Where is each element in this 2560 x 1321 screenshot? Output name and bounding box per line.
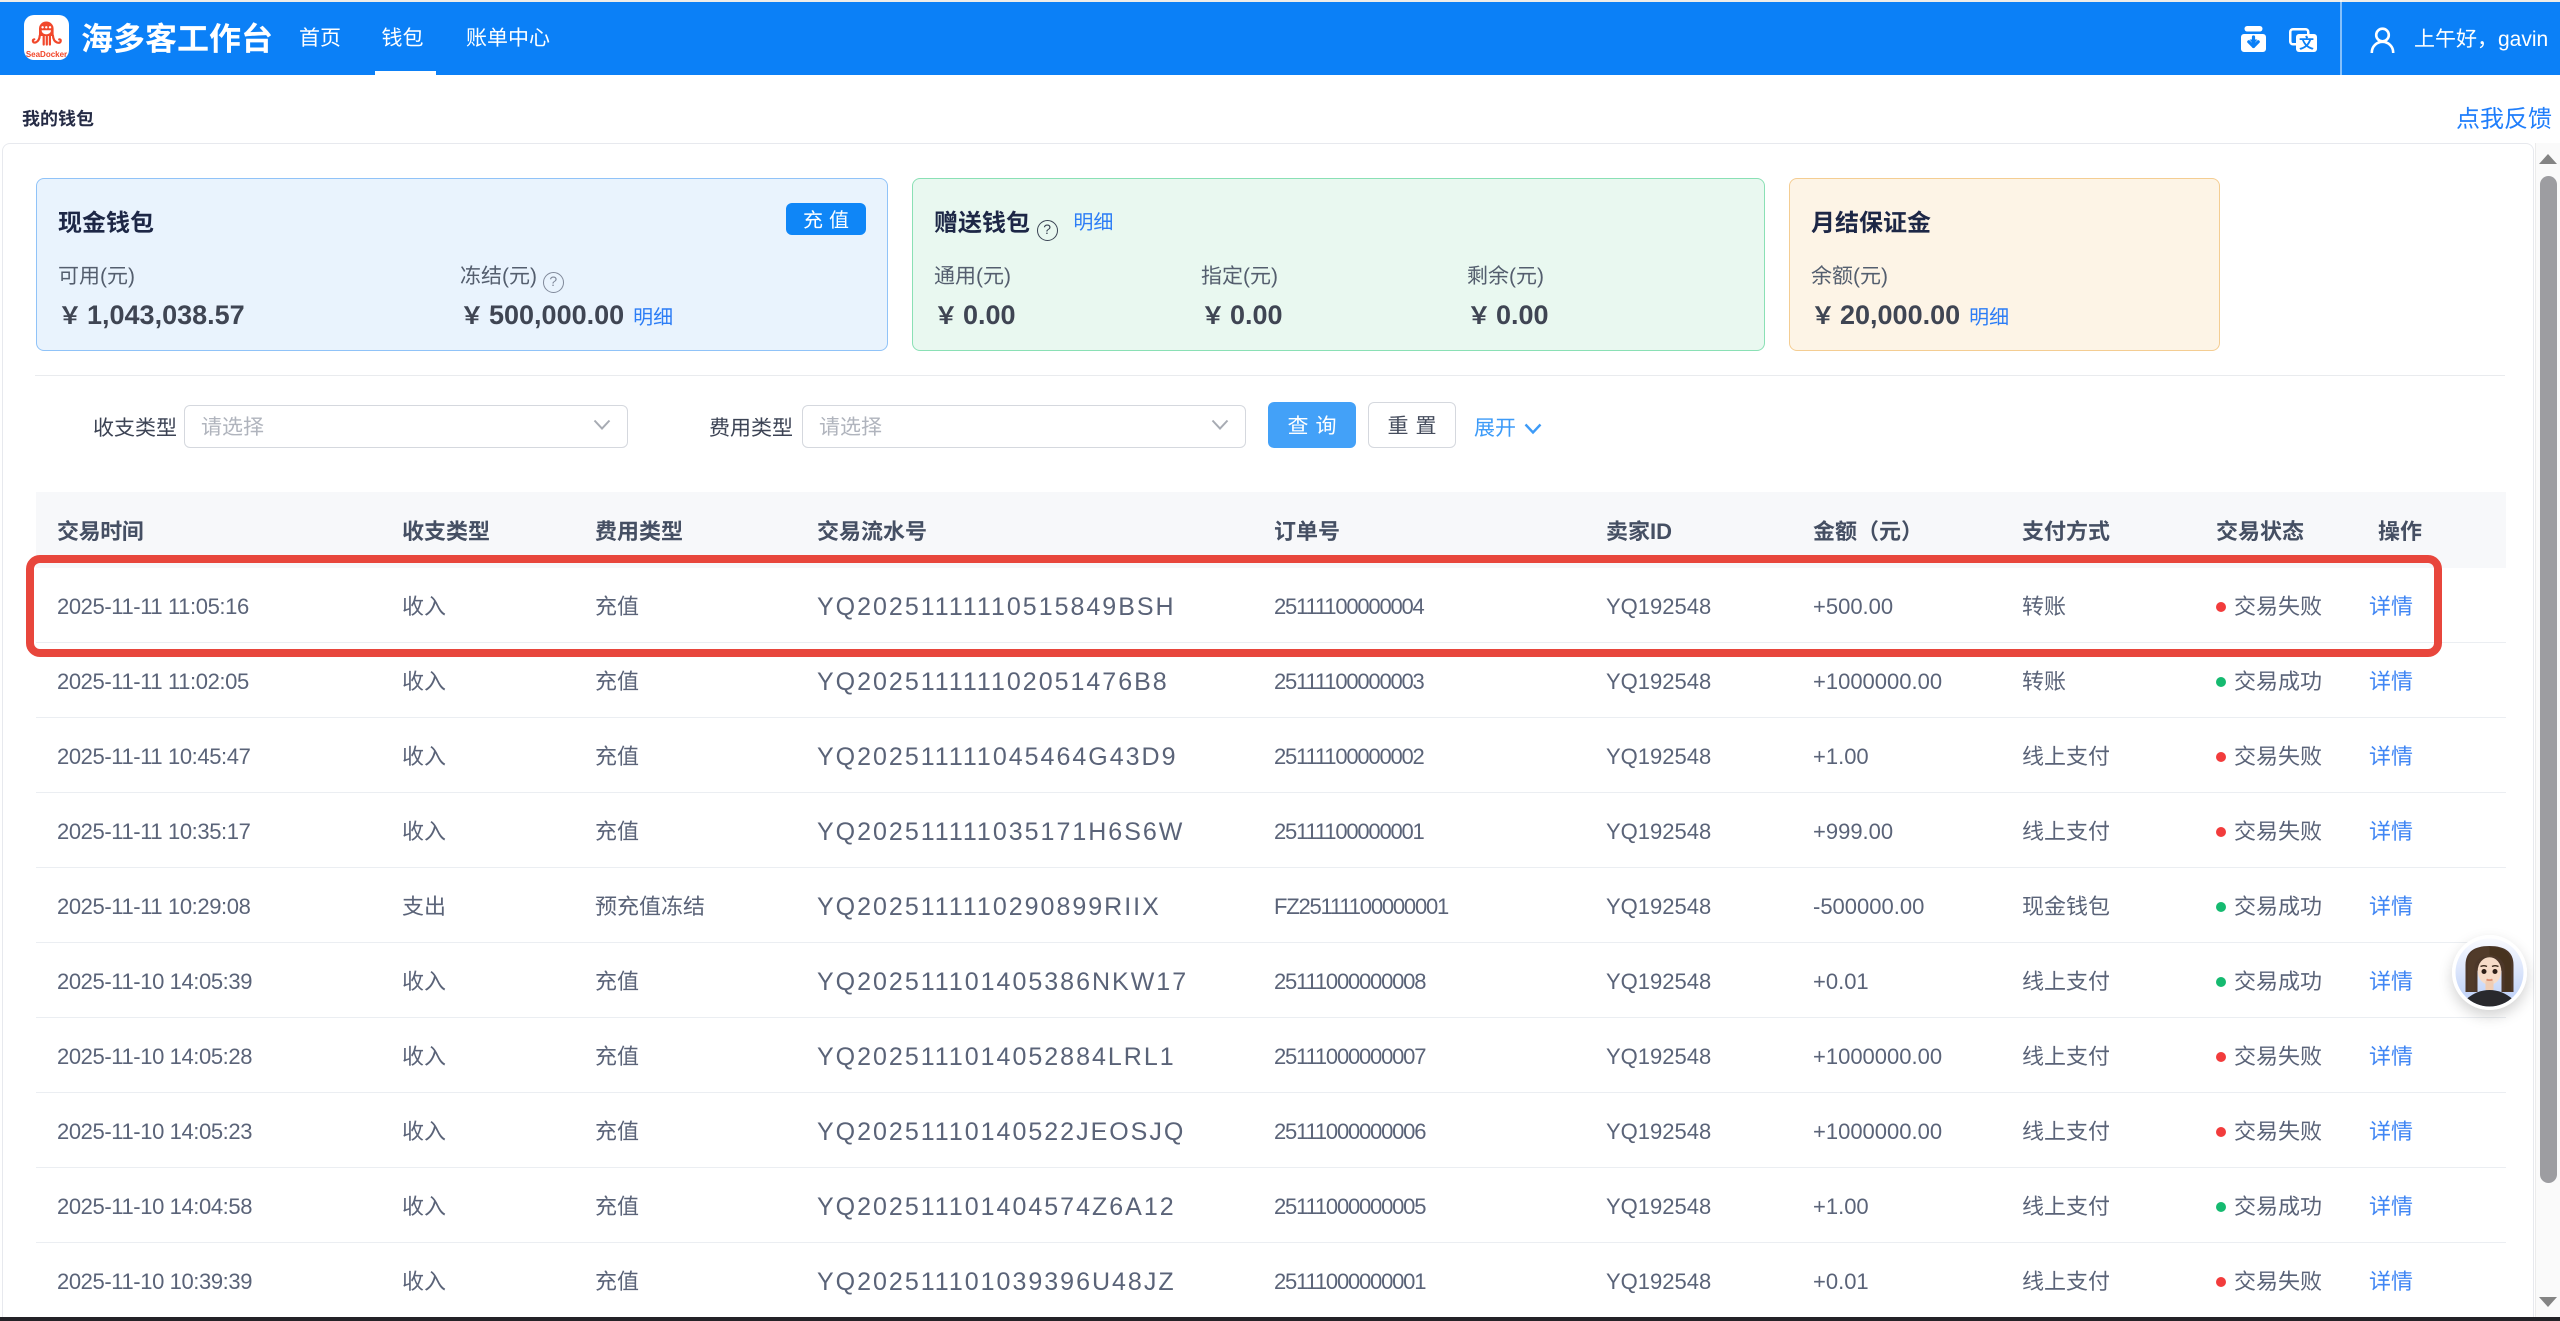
svg-text:SeaDocker: SeaDocker: [26, 50, 67, 59]
svg-text:文: 文: [2299, 33, 2314, 53]
